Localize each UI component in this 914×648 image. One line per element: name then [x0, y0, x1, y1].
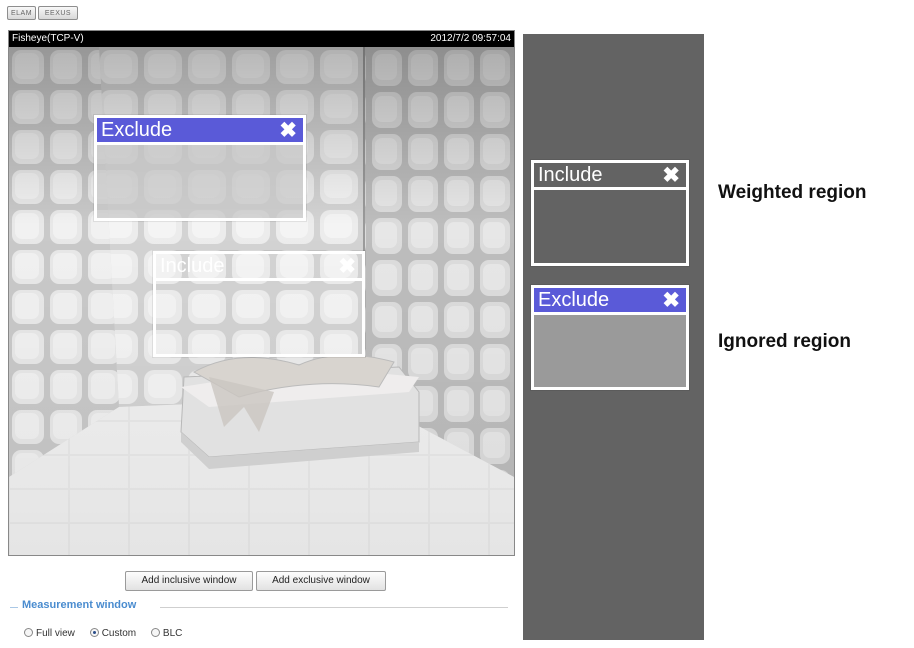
toolbar-button-1[interactable]: ELAM	[7, 6, 36, 20]
ignored-region-text: Ignored region	[718, 331, 851, 352]
include-window-titlebar[interactable]: Include ✖	[156, 254, 362, 281]
legend-include-window: Include ✖	[531, 160, 689, 266]
legend-exclude-titlebar: Exclude ✖	[534, 288, 686, 315]
section-divider	[10, 607, 18, 608]
include-window-label: Include	[160, 255, 225, 277]
radio-label: BLC	[162, 628, 183, 639]
radio-custom[interactable]: Custom	[89, 628, 137, 639]
close-icon: ✖	[662, 289, 680, 312]
radio-button[interactable]	[24, 628, 33, 637]
timestamp: 2012/7/2 09:57:04	[430, 33, 511, 44]
radio-button-selected[interactable]	[89, 628, 99, 637]
legend-exclude-window: Exclude ✖	[531, 285, 689, 390]
legend-include-label: Include	[538, 164, 603, 186]
close-icon[interactable]: ✖	[279, 118, 297, 143]
video-header: Fisheye(TCP-V) 2012/7/2 09:57:04	[9, 31, 514, 47]
measurement-options: Full view Custom BLC	[24, 628, 194, 639]
section-divider	[160, 607, 508, 608]
include-window[interactable]: Include ✖	[153, 251, 365, 357]
legend-include-area	[534, 190, 686, 263]
weighted-region-text: Weighted region	[718, 182, 867, 203]
radio-full-view[interactable]: Full view	[24, 628, 75, 639]
add-inclusive-window-button[interactable]: Add inclusive window	[125, 571, 253, 591]
legend-include-titlebar: Include ✖	[534, 163, 686, 190]
radio-blc[interactable]: BLC	[150, 628, 183, 639]
radio-label: Full view	[36, 628, 75, 639]
radio-button[interactable]	[150, 628, 160, 637]
legend-exclude-label: Exclude	[538, 289, 610, 311]
video-view: Fisheye(TCP-V) 2012/7/2 09:57:04 Exclude…	[8, 30, 515, 556]
measurement-window-title: Measurement window	[22, 599, 137, 611]
include-window-area[interactable]	[156, 281, 362, 354]
exclude-window-titlebar[interactable]: Exclude ✖	[97, 118, 303, 145]
add-exclusive-window-button[interactable]: Add exclusive window	[256, 571, 386, 591]
toolbar-button-2[interactable]: EEXUS	[38, 6, 78, 20]
radio-label: Custom	[101, 628, 137, 639]
camera-label: Fisheye(TCP-V)	[12, 33, 84, 44]
close-icon[interactable]: ✖	[338, 254, 356, 279]
exclude-window-label: Exclude	[101, 119, 173, 141]
legend-exclude-area	[534, 315, 686, 387]
exclude-window-area[interactable]	[97, 145, 303, 218]
exclude-window[interactable]: Exclude ✖	[94, 115, 306, 221]
close-icon: ✖	[662, 164, 680, 187]
